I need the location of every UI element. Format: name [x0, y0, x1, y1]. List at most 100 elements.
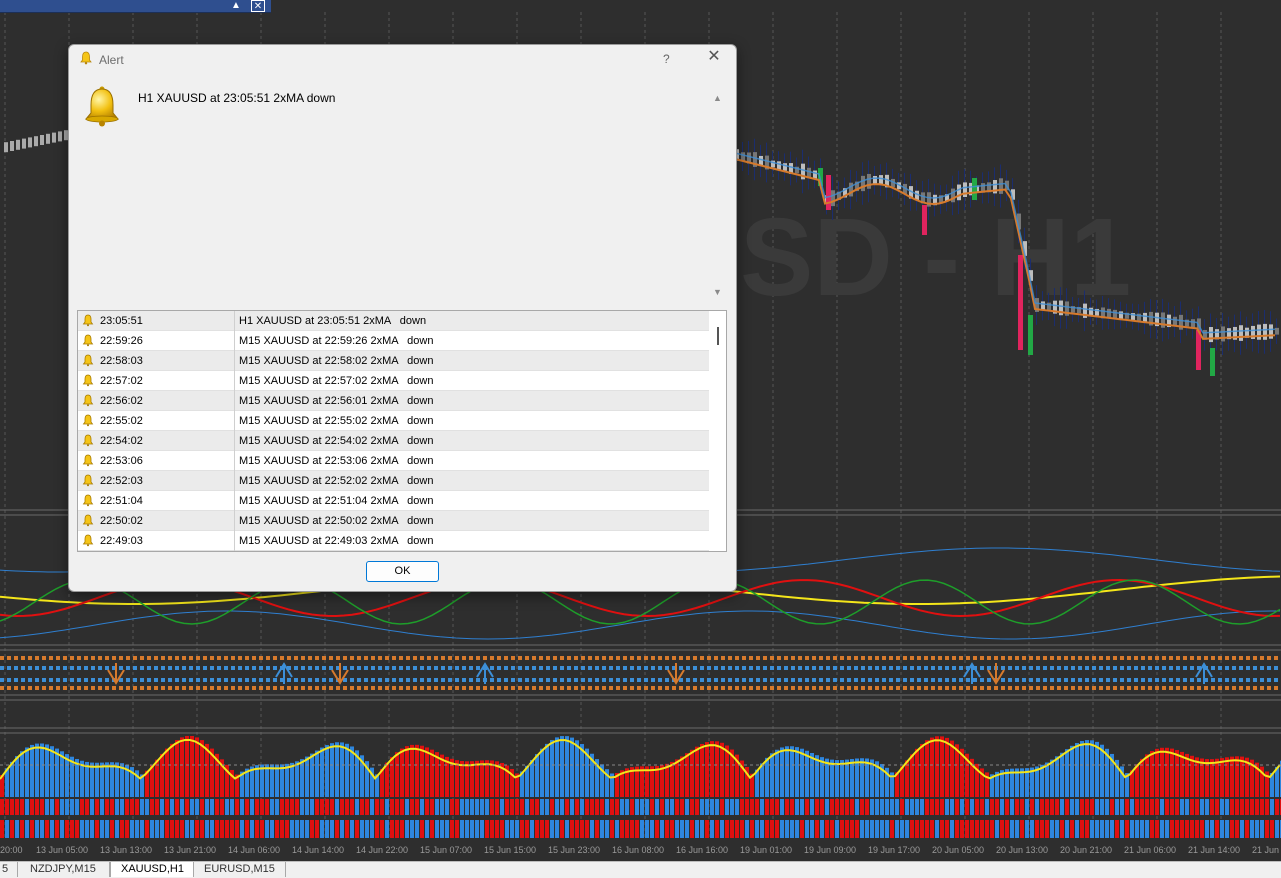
histogram-strip — [5, 799, 9, 815]
histogram-strip — [180, 820, 184, 838]
time-axis-label: 21 Jun 06:00 — [1124, 845, 1177, 855]
alert-history-list[interactable]: 23:05:51 H1 XAUUSD at 23:05:51 2xMA down 2… — [77, 310, 727, 552]
scroll-down-icon[interactable]: ▼ — [713, 287, 722, 297]
histogram-strip — [770, 799, 774, 815]
alert-row[interactable]: 22:55:02 M15 XAUUSD at 22:55:02 2xMA down — [78, 411, 709, 431]
histogram-strip — [1120, 820, 1124, 838]
histogram-strip — [1050, 799, 1054, 815]
histogram-strip — [130, 820, 134, 838]
histogram-strip — [1070, 799, 1074, 815]
column-separator — [234, 351, 235, 371]
histogram-strip — [640, 799, 644, 815]
histogram-strip — [265, 799, 269, 815]
histogram-strip — [805, 799, 809, 815]
alert-row[interactable]: 22:50:02 M15 XAUUSD at 22:50:02 2xMA down — [78, 511, 709, 531]
histogram-strip — [1090, 799, 1094, 815]
histogram-strip — [310, 820, 314, 838]
tab-xauusd-h1[interactable]: XAUUSD,H1 — [110, 862, 194, 877]
histogram-strip — [555, 820, 559, 838]
histogram-strip — [820, 820, 824, 838]
histogram-strip — [275, 820, 279, 838]
alert-text: M15 XAUUSD at 22:49:03 2xMA down — [239, 535, 434, 547]
scroll-thumb[interactable] — [717, 327, 719, 345]
close-icon[interactable]: ✕ — [251, 0, 265, 12]
histogram-strip — [1100, 820, 1104, 838]
histogram-strip — [955, 820, 959, 838]
histogram-strip — [260, 820, 264, 838]
alert-row[interactable]: 23:05:51 H1 XAUUSD at 23:05:51 2xMA down — [78, 311, 709, 331]
alert-row[interactable]: 22:52:03 M15 XAUUSD at 22:52:02 2xMA down — [78, 471, 709, 491]
alert-row[interactable]: 22:54:02 M15 XAUUSD at 22:54:02 2xMA down — [78, 431, 709, 451]
histogram-bar — [1065, 749, 1069, 797]
ok-button[interactable]: OK — [366, 561, 439, 582]
histogram-strip — [310, 799, 314, 815]
histogram-strip — [810, 820, 814, 838]
histogram-strip — [1105, 820, 1109, 838]
histogram-strip — [200, 799, 204, 815]
histogram-bar — [530, 759, 534, 797]
message-scrollbar[interactable]: ▲ ▼ — [711, 91, 725, 299]
histogram-strip — [780, 799, 784, 815]
histogram-bar — [10, 761, 14, 797]
alert-time: 22:58:03 — [100, 355, 143, 367]
histogram-bar — [535, 754, 539, 797]
histogram-strip — [120, 820, 124, 838]
histogram-strip — [545, 820, 549, 838]
histogram-strip — [345, 799, 349, 815]
histogram-strip — [250, 799, 254, 815]
histogram-strip — [125, 820, 129, 838]
histogram-strip — [845, 799, 849, 815]
histogram-strip — [600, 820, 604, 838]
restore-icon[interactable]: ▲ — [229, 0, 243, 12]
alert-row[interactable]: 22:58:03 M15 XAUUSD at 22:58:02 2xMA down — [78, 351, 709, 371]
alert-row[interactable]: 22:53:06 M15 XAUUSD at 22:53:06 2xMA down — [78, 451, 709, 471]
alert-row[interactable]: 22:57:02 M15 XAUUSD at 22:57:02 2xMA down — [78, 371, 709, 391]
histogram-strip — [525, 799, 529, 815]
candle-body — [22, 138, 26, 149]
histogram-bar — [180, 737, 184, 797]
alert-row[interactable]: 22:56:02 M15 XAUUSD at 22:56:01 2xMA down — [78, 391, 709, 411]
candle-body — [783, 163, 787, 171]
histogram-strip — [500, 799, 504, 815]
list-scrollbar[interactable] — [710, 311, 726, 551]
histogram-bar — [1200, 758, 1204, 797]
histogram-strip — [350, 820, 354, 838]
histogram-strip — [335, 820, 339, 838]
histogram-strip — [1135, 820, 1139, 838]
histogram-strip — [360, 799, 364, 815]
histogram-strip — [1140, 820, 1144, 838]
scroll-up-icon[interactable]: ▲ — [713, 93, 722, 103]
histogram-strip — [1065, 799, 1069, 815]
alert-row[interactable]: 22:59:26 M15 XAUUSD at 22:59:26 2xMA down — [78, 331, 709, 351]
histogram-strip — [430, 820, 434, 838]
tab-nzdjpy-m15[interactable]: NZDJPY,M15 — [20, 862, 110, 877]
histogram-strip — [1245, 820, 1249, 838]
histogram-strip — [1110, 820, 1114, 838]
alert-text: M15 XAUUSD at 22:51:04 2xMA down — [239, 495, 434, 507]
histogram-bar — [1190, 755, 1194, 797]
histogram-strip — [100, 820, 104, 838]
alert-row[interactable]: 22:49:03 M15 XAUUSD at 22:49:03 2xMA down — [78, 531, 709, 551]
column-separator — [234, 431, 235, 451]
histogram-strip — [510, 820, 514, 838]
histogram-strip — [335, 799, 339, 815]
candle-body — [1221, 326, 1225, 342]
histogram-strip — [645, 799, 649, 815]
histogram-strip — [775, 820, 779, 838]
histogram-strip — [5, 820, 9, 838]
histogram-strip — [1180, 799, 1184, 815]
alert-row[interactable]: 22:51:04 M15 XAUUSD at 22:51:04 2xMA down — [78, 491, 709, 511]
alert-text: M15 XAUUSD at 22:53:06 2xMA down — [239, 455, 434, 467]
candle-body — [963, 182, 967, 198]
alert-time: 22:50:02 — [100, 515, 143, 527]
dialog-close-button[interactable]: ✕ — [706, 49, 722, 65]
histogram-strip — [740, 820, 744, 838]
candle-body-colored — [922, 205, 927, 235]
histogram-strip — [760, 799, 764, 815]
help-button[interactable]: ? — [663, 52, 670, 66]
histogram-strip — [620, 799, 624, 815]
tab-partial[interactable]: 5 — [0, 862, 18, 877]
time-axis-label: 14 Jun 22:00 — [356, 845, 409, 855]
histogram-strip — [845, 820, 849, 838]
tab-eurusd-m15[interactable]: EURUSD,M15 — [194, 862, 286, 877]
